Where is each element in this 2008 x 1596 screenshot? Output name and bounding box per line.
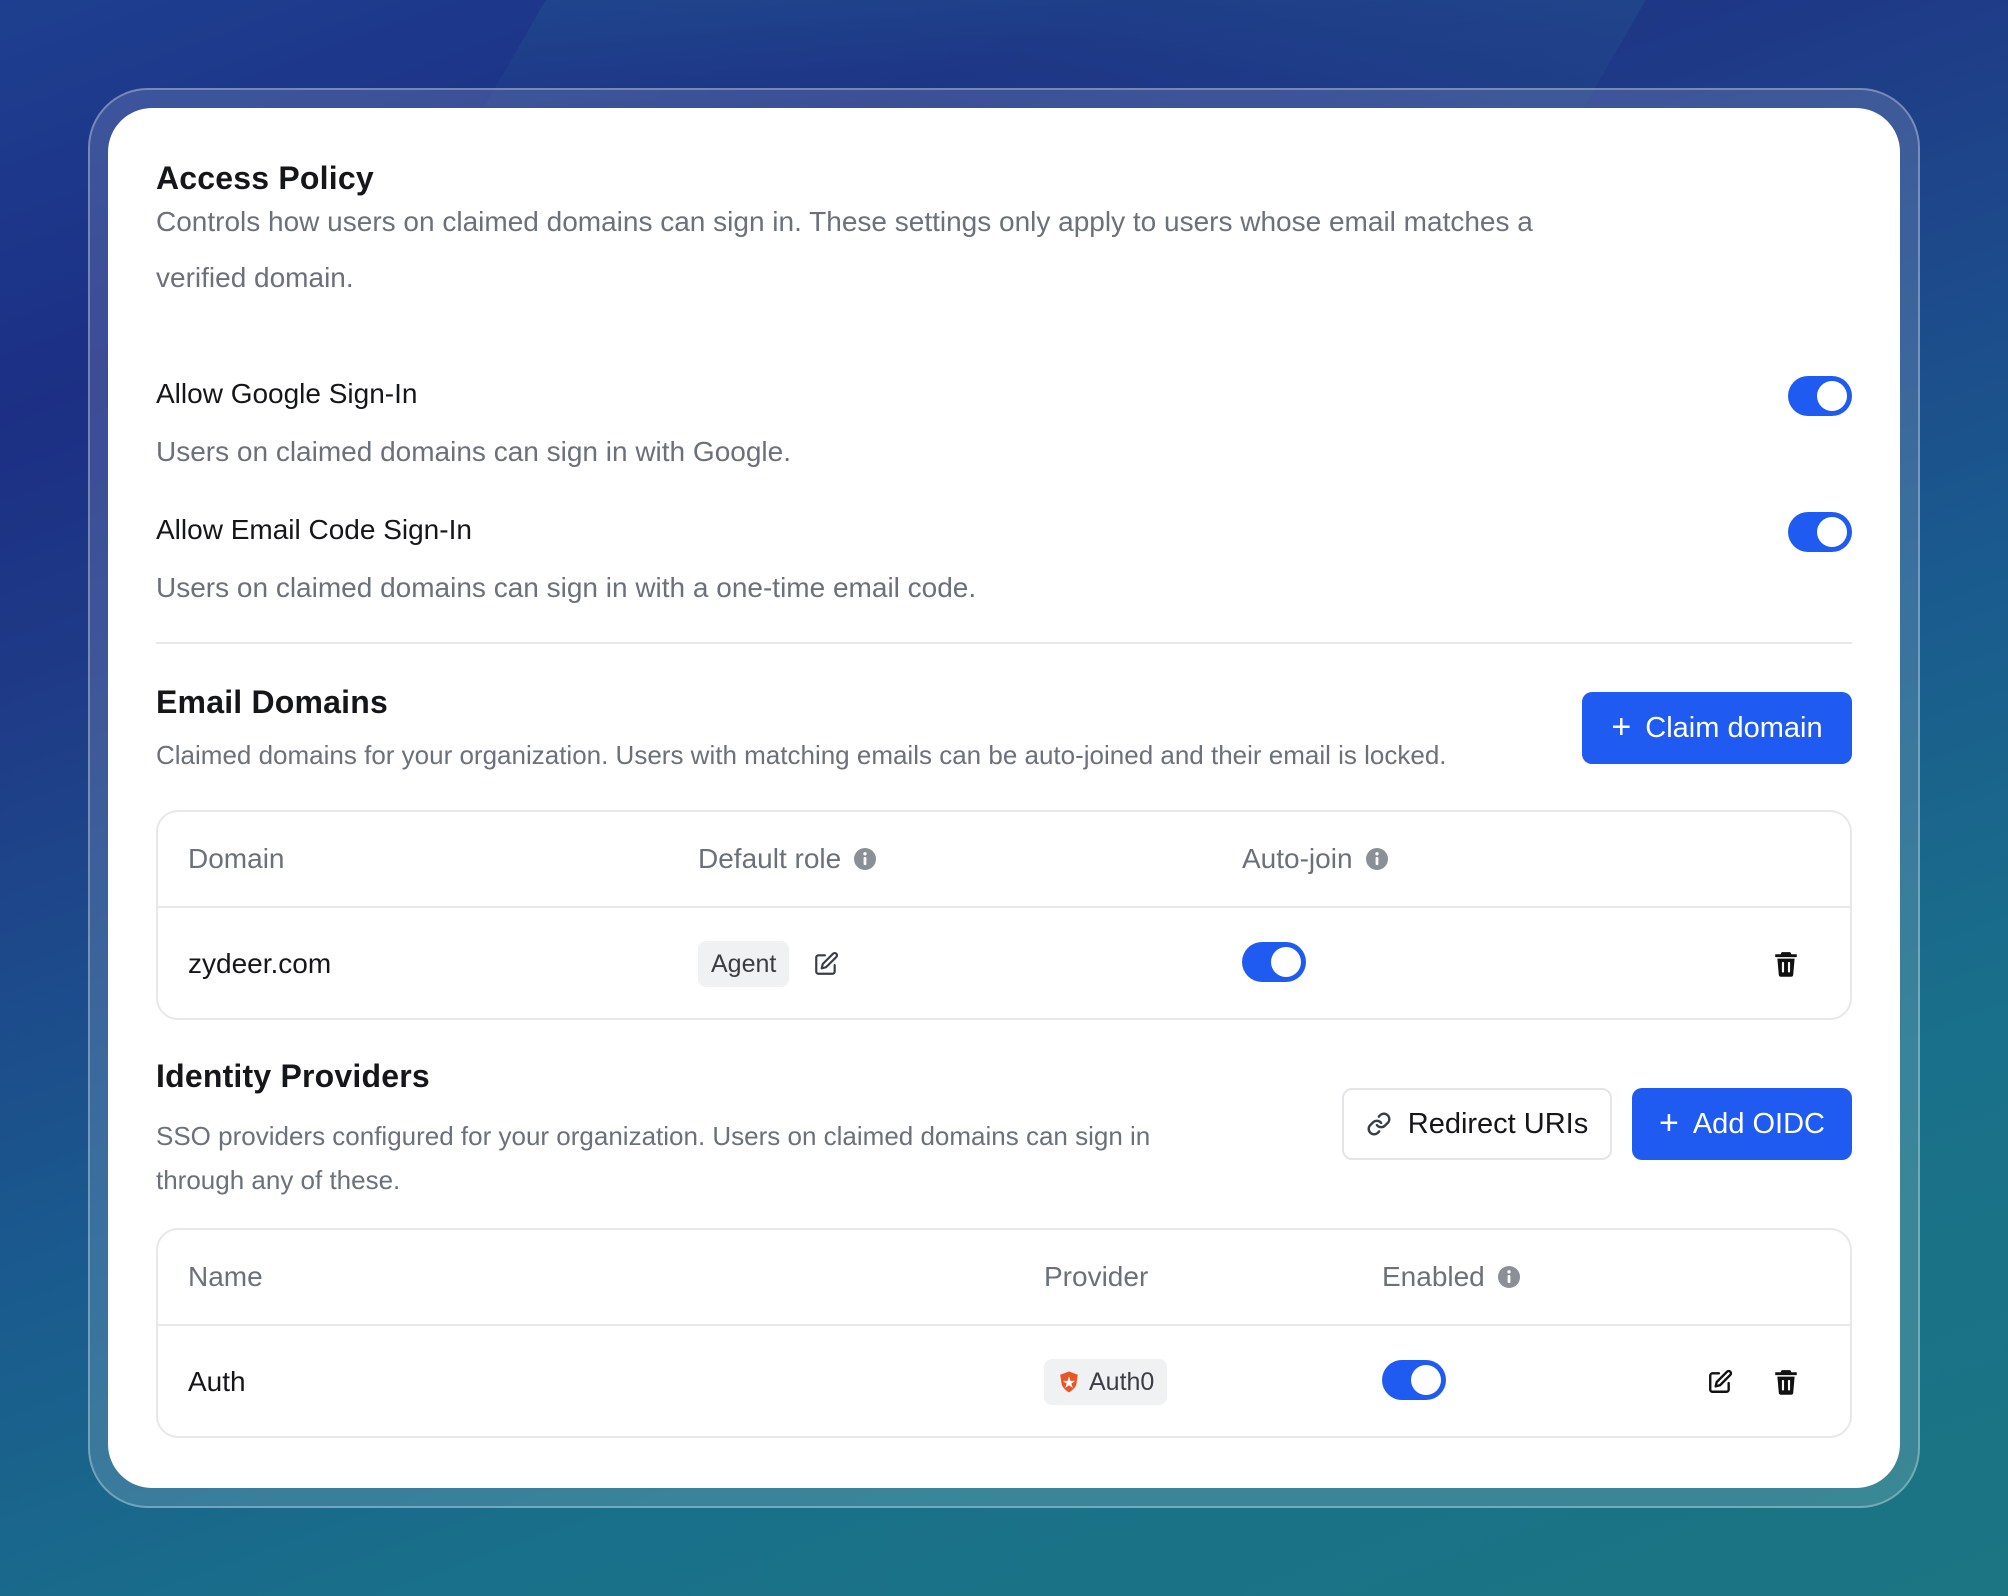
table-header: Domain Default role Auto-join: [158, 812, 1850, 908]
column-header-domain: Domain: [188, 843, 285, 874]
email-domains-title: Email Domains: [156, 684, 389, 720]
claim-domain-label: Claim domain: [1645, 711, 1823, 744]
column-header-default-role: Default role: [698, 812, 877, 906]
edit-role-button[interactable]: [808, 946, 844, 982]
trash-icon: [1775, 952, 1797, 977]
claim-domain-button[interactable]: + Claim domain: [1582, 692, 1852, 764]
role-badge: Agent: [698, 941, 790, 987]
email-domains-description: Claimed domains for your organization. U…: [156, 740, 1447, 770]
google-signin-label: Allow Google Sign-In: [156, 378, 418, 409]
add-oidc-label: Add OIDC: [1692, 1107, 1826, 1140]
add-oidc-button[interactable]: + Add OIDC: [1632, 1088, 1852, 1160]
email-domains-table: Domain Default role Auto-join zydeer.com…: [156, 810, 1852, 1020]
info-icon[interactable]: [1497, 1265, 1521, 1289]
email-code-signin-label: Allow Email Code Sign-In: [156, 514, 472, 545]
column-header-enabled: Enabled: [1382, 1230, 1521, 1324]
delete-domain-button[interactable]: [1768, 946, 1804, 982]
edit-icon: [1709, 1369, 1733, 1393]
email-code-signin-toggle[interactable]: [1788, 512, 1852, 552]
plus-icon: +: [1658, 1103, 1679, 1142]
trash-icon: [1775, 1370, 1797, 1395]
provider-badge: Auth0: [1044, 1359, 1168, 1405]
toggle-knob: [1271, 947, 1301, 977]
toggle-knob: [1817, 381, 1847, 411]
google-signin-toggle[interactable]: [1788, 376, 1852, 416]
column-header-provider: Provider: [1044, 1261, 1149, 1292]
settings-card: Access Policy Controls how users on clai…: [108, 108, 1900, 1488]
section-divider: [156, 642, 1852, 644]
table-header: Name Provider Enabled: [158, 1230, 1850, 1326]
edit-icon: [815, 952, 838, 975]
toggle-knob: [1817, 517, 1847, 547]
access-policy-description: Controls how users on claimed domains ca…: [156, 206, 1533, 293]
column-header-auto-join: Auto-join: [1242, 812, 1389, 906]
edit-provider-button[interactable]: [1702, 1364, 1738, 1400]
info-icon[interactable]: [853, 847, 877, 871]
redirect-uris-button[interactable]: Redirect URIs: [1342, 1088, 1612, 1160]
redirect-uris-label: Redirect URIs: [1407, 1107, 1589, 1140]
access-policy-title: Access Policy: [156, 160, 374, 196]
domain-cell: zydeer.com: [188, 948, 332, 979]
info-icon[interactable]: [1365, 847, 1389, 871]
auth0-logo-icon: [1060, 1371, 1078, 1393]
auto-join-toggle[interactable]: [1242, 942, 1306, 982]
toggle-knob: [1411, 1365, 1441, 1395]
provider-name-cell: Auth: [188, 1366, 246, 1397]
link-icon: [1367, 1112, 1391, 1136]
google-signin-description: Users on claimed domains can sign in wit…: [156, 436, 791, 467]
plus-icon: +: [1611, 707, 1632, 746]
column-header-name: Name: [188, 1261, 263, 1292]
identity-providers-description: SSO providers configured for your organi…: [156, 1121, 1151, 1195]
identity-providers-title: Identity Providers: [156, 1058, 430, 1094]
email-code-signin-description: Users on claimed domains can sign in wit…: [156, 572, 977, 603]
provider-enabled-toggle[interactable]: [1382, 1360, 1446, 1400]
delete-provider-button[interactable]: [1768, 1364, 1804, 1400]
identity-providers-table: Name Provider Enabled Auth Auth0: [156, 1228, 1852, 1438]
